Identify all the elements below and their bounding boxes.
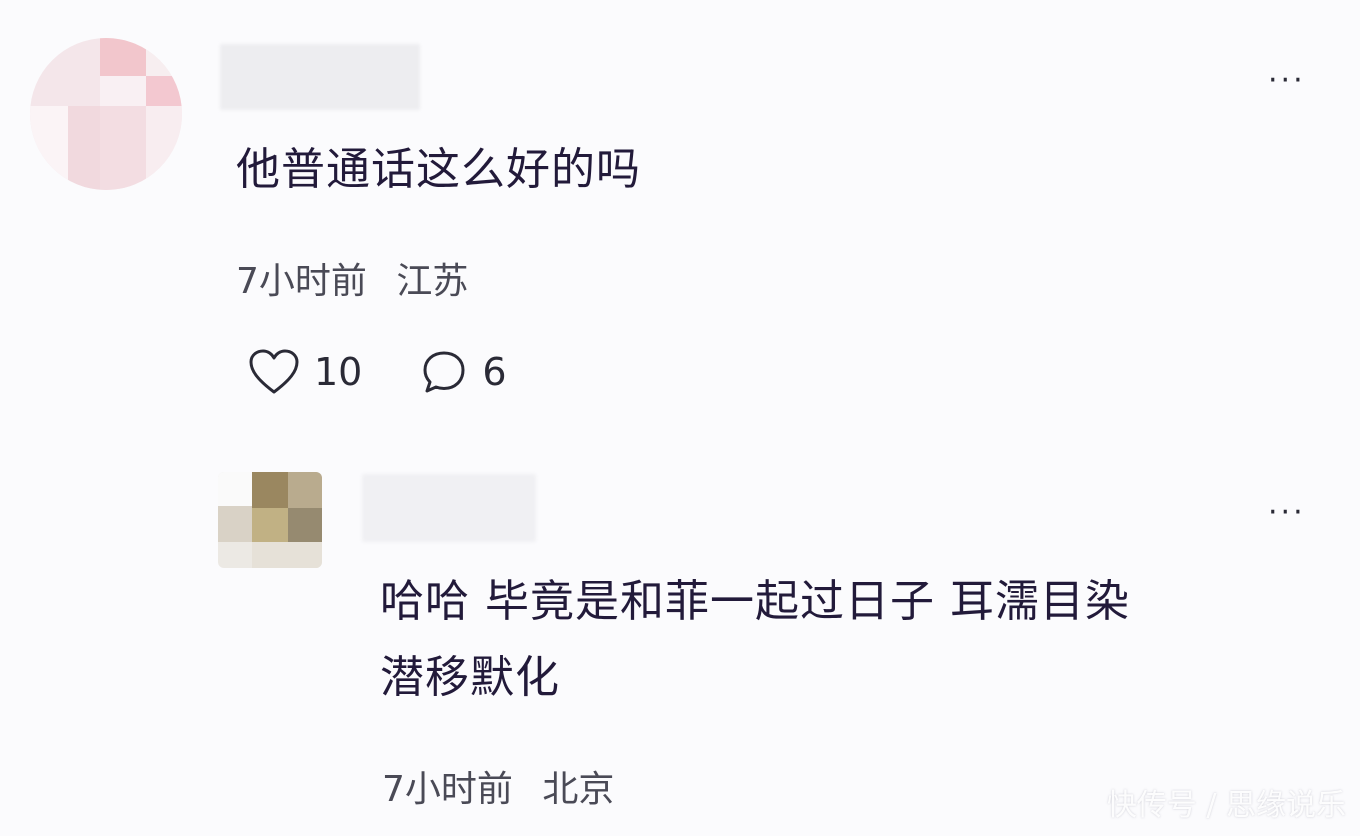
reply-text-line-2: 潜移默化 xyxy=(380,652,560,703)
more-dots-icon[interactable]: ··· xyxy=(1268,66,1306,96)
reply-text-line-1: 哈哈 毕竟是和菲一起过日子 耳濡目染 xyxy=(380,576,1130,627)
reply-time: 7小时前 xyxy=(382,769,513,810)
comment-bubble-icon xyxy=(420,348,468,396)
comment-location: 江苏 xyxy=(396,261,469,302)
comment-meta: 7小时前 江苏 xyxy=(236,252,468,304)
more-dots-icon[interactable]: ··· xyxy=(1268,498,1306,528)
user-avatar[interactable] xyxy=(30,38,182,190)
like-count: 10 xyxy=(314,350,363,394)
heart-icon xyxy=(248,348,300,396)
watermark: 快传号 / 思缘说乐 xyxy=(1106,788,1346,823)
reply-location: 北京 xyxy=(542,769,615,810)
comment-time: 7小时前 xyxy=(236,261,367,302)
reply-meta: 7小时前 北京 xyxy=(382,760,614,812)
username-blurred[interactable] xyxy=(362,474,536,542)
comment-actions: 10 6 xyxy=(248,348,507,396)
username-blurred[interactable] xyxy=(220,44,420,110)
like-button[interactable]: 10 xyxy=(248,348,362,396)
user-avatar[interactable] xyxy=(218,472,322,568)
comment-text: 他普通话这么好的吗 xyxy=(236,144,641,195)
reply-count: 6 xyxy=(482,350,507,394)
reply-button[interactable]: 6 xyxy=(420,348,507,396)
